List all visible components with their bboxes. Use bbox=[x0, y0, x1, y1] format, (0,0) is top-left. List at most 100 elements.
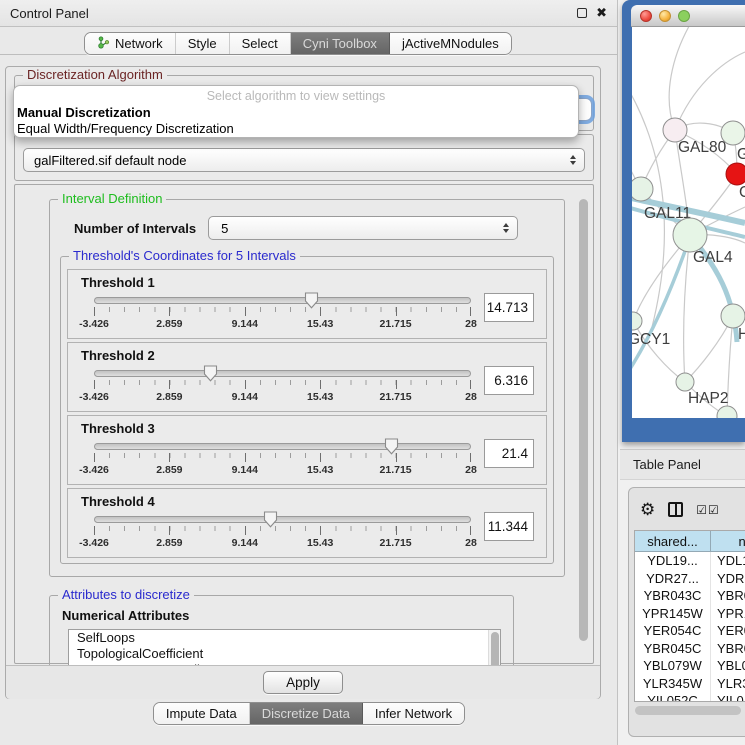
slider-track[interactable] bbox=[94, 443, 471, 450]
cell-shared-name[interactable]: YPR145W bbox=[635, 605, 711, 623]
table-data-group: Table Data galFiltered.sif default node bbox=[14, 134, 594, 181]
network-node[interactable] bbox=[717, 406, 737, 418]
table-horizontal-scrollbar[interactable] bbox=[634, 706, 745, 716]
attribute-list-item[interactable]: TopologicalCoefficient bbox=[69, 646, 500, 662]
attribute-list-item[interactable]: SelfLoops bbox=[69, 630, 500, 646]
cell-shared-name[interactable]: YLR345W bbox=[635, 675, 711, 693]
threshold-slider[interactable]: -3.4262.8599.14415.4321.71528 bbox=[94, 292, 471, 332]
column-header-shared-name[interactable]: shared... bbox=[635, 531, 711, 551]
table-row[interactable]: YDR27...YDR2 bbox=[635, 570, 745, 588]
thresholds-group: Threshold's Coordinates for 5 Intervals … bbox=[60, 256, 554, 564]
cell-name[interactable]: YBL0 bbox=[711, 657, 745, 675]
tab-style[interactable]: Style bbox=[176, 33, 230, 54]
cell-shared-name[interactable]: YBR045C bbox=[635, 640, 711, 658]
algorithm-option-equal-width-frequency-discretization[interactable]: Equal Width/Frequency Discretization bbox=[14, 121, 578, 137]
major-tick bbox=[169, 380, 170, 389]
tab-label: Network bbox=[115, 36, 163, 51]
cell-name[interactable]: YER0 bbox=[711, 622, 745, 640]
threshold-value-field[interactable]: 6.316 bbox=[484, 366, 534, 395]
network-node-gcy1[interactable] bbox=[632, 312, 642, 330]
cell-shared-name[interactable]: YER054C bbox=[635, 622, 711, 640]
minimize-traffic-light-icon[interactable] bbox=[659, 10, 671, 22]
slider-thumb[interactable] bbox=[203, 365, 218, 382]
settings-scrollbar[interactable] bbox=[577, 189, 590, 659]
settings-gear-icon[interactable]: ⚙ bbox=[640, 502, 655, 518]
table-row[interactable]: YBL079WYBL0 bbox=[635, 657, 745, 675]
cell-shared-name[interactable]: YIL052C bbox=[635, 692, 711, 702]
table-hscrollbar-thumb[interactable] bbox=[635, 706, 741, 715]
table-row[interactable]: YIL052CYIL0 bbox=[635, 692, 745, 702]
threshold-slider[interactable]: -3.4262.8599.14415.4321.71528 bbox=[94, 365, 471, 405]
table-row[interactable]: YDL19...YDL1 bbox=[635, 552, 745, 570]
table-row[interactable]: YBR043CYBR0 bbox=[635, 587, 745, 605]
threshold-value-field[interactable]: 21.4 bbox=[484, 439, 534, 468]
table-row[interactable]: YPR145WYPR1 bbox=[635, 605, 745, 623]
tick-label: 21.715 bbox=[380, 318, 412, 330]
cell-name[interactable]: YBR0 bbox=[711, 640, 745, 658]
network-canvas[interactable]: GAL80GACGAL11GAL4GCY1HHAP2 bbox=[632, 27, 745, 418]
slider-thumb[interactable] bbox=[263, 511, 278, 528]
attributes-group: Attributes to discretize Numerical Attri… bbox=[49, 595, 514, 665]
column-layout-icon[interactable] bbox=[668, 502, 683, 517]
bottom-tab-impute-data[interactable]: Impute Data bbox=[154, 703, 250, 724]
cell-shared-name[interactable]: YBR043C bbox=[635, 587, 711, 605]
tick-label: 15.43 bbox=[307, 537, 333, 549]
slider-track[interactable] bbox=[94, 370, 471, 377]
table-row[interactable]: YBR045CYBR0 bbox=[635, 640, 745, 658]
tab-network[interactable]: Network bbox=[85, 33, 176, 54]
list-scrollbar-thumb[interactable] bbox=[491, 632, 499, 665]
slider-thumb[interactable] bbox=[304, 292, 319, 309]
cell-shared-name[interactable]: YDR27... bbox=[635, 570, 711, 588]
bottom-tab-discretize-data[interactable]: Discretize Data bbox=[250, 703, 363, 724]
algorithm-placeholder-option[interactable]: Select algorithm to view settings bbox=[14, 89, 578, 105]
slider-track[interactable] bbox=[94, 297, 471, 304]
cell-name[interactable]: YLR3 bbox=[711, 675, 745, 693]
network-node-hap2[interactable] bbox=[676, 373, 694, 391]
tab-select[interactable]: Select bbox=[230, 33, 291, 54]
zoom-traffic-light-icon[interactable] bbox=[678, 10, 690, 22]
bottom-tab-infer-network[interactable]: Infer Network bbox=[363, 703, 464, 724]
column-header-name[interactable]: na bbox=[711, 531, 745, 551]
apply-button[interactable]: Apply bbox=[263, 671, 343, 694]
cell-name[interactable]: YDR2 bbox=[711, 570, 745, 588]
network-node-gal4[interactable] bbox=[673, 218, 707, 252]
major-tick bbox=[245, 453, 246, 462]
cell-name[interactable]: YPR1 bbox=[711, 605, 745, 623]
algorithm-options: Manual DiscretizationEqual Width/Frequen… bbox=[14, 105, 578, 137]
cell-name[interactable]: YIL0 bbox=[711, 692, 745, 702]
threshold-label: Threshold 2 bbox=[68, 343, 546, 363]
cell-shared-name[interactable]: YBL079W bbox=[635, 657, 711, 675]
settings-viewport: Interval Definition Number of Intervals … bbox=[21, 189, 577, 665]
settings-scrollbar-thumb[interactable] bbox=[579, 199, 588, 641]
apply-strip: Apply bbox=[6, 665, 600, 699]
network-node-h[interactable] bbox=[721, 304, 745, 328]
cell-name[interactable]: YDL1 bbox=[711, 552, 745, 570]
network-node-label: GCY1 bbox=[632, 331, 670, 348]
cell-name[interactable]: YBR0 bbox=[711, 587, 745, 605]
tab-cyni-toolbox[interactable]: Cyni Toolbox bbox=[291, 33, 390, 54]
table-row[interactable]: YER054CYER0 bbox=[635, 622, 745, 640]
threshold-value-field[interactable]: 11.344 bbox=[484, 512, 534, 541]
tab-label: Discretize Data bbox=[262, 706, 350, 721]
table-row[interactable]: YLR345WYLR3 bbox=[635, 675, 745, 693]
list-scrollbar[interactable] bbox=[488, 630, 500, 665]
network-node-ga[interactable] bbox=[721, 121, 745, 145]
threshold-value-field[interactable]: 14.713 bbox=[484, 293, 534, 322]
select-columns-checkbox-icons[interactable]: ☑☑ bbox=[696, 503, 720, 517]
float-window-icon[interactable] bbox=[577, 8, 587, 18]
close-traffic-light-icon[interactable] bbox=[640, 10, 652, 22]
tab-jactivemnodules[interactable]: jActiveMNodules bbox=[390, 33, 511, 54]
node-table-header: shared... na bbox=[635, 531, 745, 552]
algorithm-option-manual-discretization[interactable]: Manual Discretization bbox=[14, 105, 578, 121]
numerical-attributes-list[interactable]: SelfLoopsTopologicalCoefficientBetweenne… bbox=[68, 629, 501, 665]
cell-shared-name[interactable]: YDL19... bbox=[635, 552, 711, 570]
slider-thumb[interactable] bbox=[384, 438, 399, 455]
slider-track[interactable] bbox=[94, 516, 471, 523]
network-node-gal11[interactable] bbox=[632, 177, 653, 201]
threshold-slider[interactable]: -3.4262.8599.14415.4321.71528 bbox=[94, 511, 471, 551]
network-node-c[interactable] bbox=[726, 163, 745, 185]
threshold-slider[interactable]: -3.4262.8599.14415.4321.71528 bbox=[94, 438, 471, 478]
close-icon[interactable]: ✖ bbox=[596, 8, 607, 18]
table-data-combobox[interactable]: galFiltered.sif default node bbox=[23, 148, 585, 172]
number-of-intervals-combobox[interactable]: 5 bbox=[208, 216, 518, 240]
